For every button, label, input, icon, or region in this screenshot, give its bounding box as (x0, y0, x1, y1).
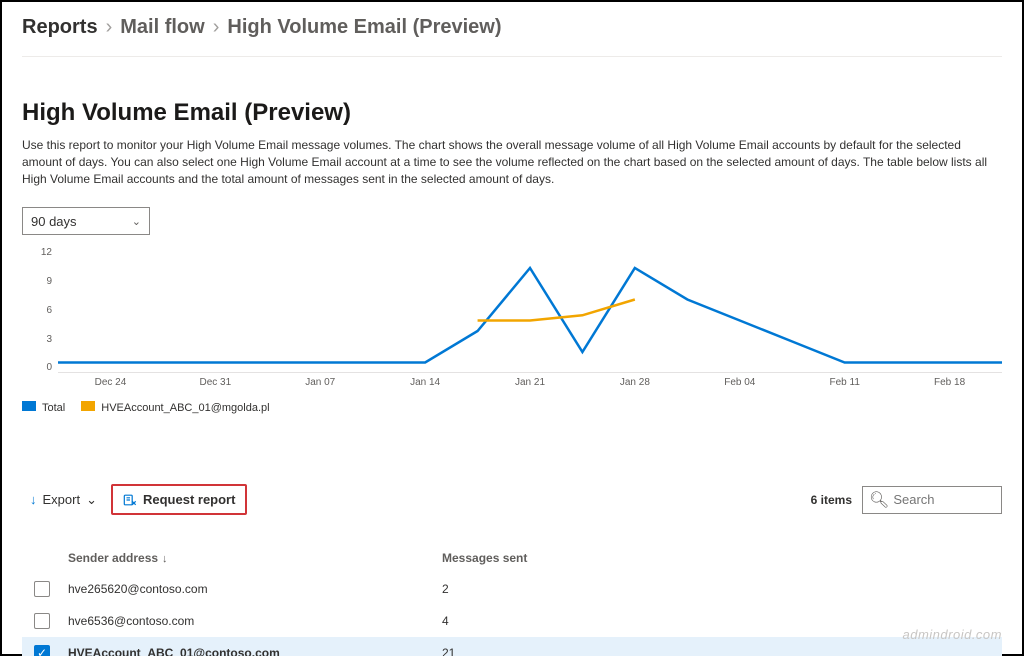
row-checkbox[interactable] (34, 613, 50, 629)
cell-messages: 2 (442, 582, 1002, 596)
y-axis: 129630 (22, 247, 52, 373)
table-row[interactable]: ✓ HVEAccount_ABC_01@contoso.com21 (22, 637, 1002, 656)
toolbar: ↓ Export ⌄ Request report 6 items 🔍︎ (22, 484, 1002, 515)
page-title: High Volume Email (Preview) (22, 99, 1002, 127)
col-header-sender[interactable]: Sender address↓ (62, 551, 442, 565)
legend-swatch-series1 (81, 401, 95, 411)
download-icon: ↓ (30, 492, 37, 507)
watermark: admindroid.com (903, 627, 1003, 642)
row-checkbox[interactable]: ✓ (34, 645, 50, 656)
breadcrumb: Reports › Mail flow › High Volume Email … (22, 16, 1002, 39)
cell-sender: hve265620@contoso.com (62, 582, 442, 596)
breadcrumb-reports[interactable]: Reports (22, 16, 98, 39)
chart: 129630 Dec 24Dec 31Jan 07Jan 14Jan 21Jan… (22, 243, 1002, 393)
table-row[interactable]: hve6536@contoso.com4 (22, 605, 1002, 637)
chevron-right-icon: › (213, 16, 220, 39)
x-axis: Dec 24Dec 31Jan 07Jan 14Jan 21Jan 28Feb … (58, 377, 1002, 393)
divider (22, 56, 1002, 57)
chevron-down-icon: ⌄ (132, 215, 141, 228)
page-description: Use this report to monitor your High Vol… (22, 137, 1002, 187)
cell-messages: 21 (442, 646, 1002, 656)
report-icon (123, 493, 137, 507)
col-header-messages[interactable]: Messages sent (442, 551, 1002, 565)
plot-area[interactable] (58, 247, 1002, 373)
chevron-right-icon: › (106, 16, 113, 39)
search-icon: 🔍︎ (869, 490, 889, 510)
date-range-dropdown[interactable]: 90 days ⌄ (22, 207, 150, 235)
cell-sender: hve6536@contoso.com (62, 614, 442, 628)
results-table: Sender address↓ Messages sent hve265620@… (22, 543, 1002, 656)
legend: Total HVEAccount_ABC_01@mgolda.pl (22, 401, 1002, 414)
chevron-down-icon: ⌄ (86, 492, 97, 508)
cell-sender: HVEAccount_ABC_01@contoso.com (62, 646, 442, 656)
legend-series1[interactable]: HVEAccount_ABC_01@mgolda.pl (81, 401, 269, 414)
row-checkbox[interactable] (34, 581, 50, 597)
export-button[interactable]: ↓ Export ⌄ (22, 486, 105, 514)
sort-arrow-icon: ↓ (162, 553, 168, 565)
breadcrumb-mailflow[interactable]: Mail flow (120, 16, 204, 39)
legend-swatch-total (22, 401, 36, 411)
series-line[interactable] (58, 268, 1002, 363)
items-count: 6 items (811, 493, 852, 507)
legend-total[interactable]: Total (22, 401, 65, 414)
search-input[interactable] (893, 492, 995, 507)
breadcrumb-current: High Volume Email (Preview) (227, 16, 501, 39)
request-report-button[interactable]: Request report (111, 484, 247, 515)
table-header: Sender address↓ Messages sent (22, 543, 1002, 573)
table-row[interactable]: hve265620@contoso.com2 (22, 573, 1002, 605)
search-input-wrap[interactable]: 🔍︎ (862, 486, 1002, 514)
date-range-value: 90 days (31, 214, 77, 229)
